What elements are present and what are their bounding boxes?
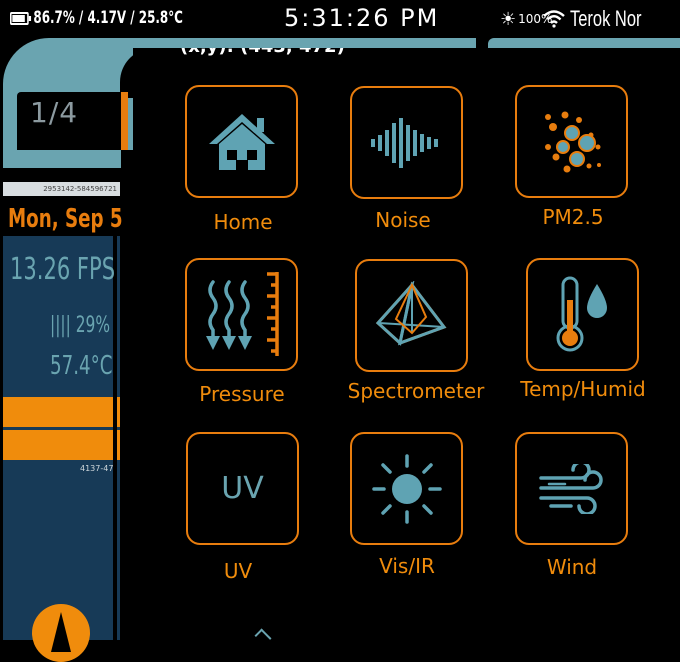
lcars-orange-bar: [3, 430, 120, 460]
starfleet-insignia-icon: [32, 604, 90, 662]
status-icons: ☀ 100% Terok Nor: [500, 6, 666, 32]
page-indicator-tab: [121, 92, 128, 150]
status-bar: 86.7% / 4.17V / 25.8°C 5:31:26 PM ☀ 100%…: [0, 0, 680, 38]
vis-ir-button[interactable]: [350, 432, 463, 545]
thermometer-drop-icon: [556, 276, 607, 351]
home-button[interactable]: [185, 85, 298, 198]
network-name: Terok Nor: [570, 6, 642, 31]
prism-icon: [375, 280, 446, 346]
wind-icon: [538, 463, 603, 514]
pressure-button[interactable]: [185, 258, 298, 371]
temp-humid-label: Temp/Humid: [520, 377, 646, 401]
noise-button[interactable]: [350, 86, 463, 199]
cpu-readout: |||| 29%: [50, 313, 111, 338]
uv-icon: UV: [221, 471, 264, 506]
uv-label: UV: [223, 559, 253, 583]
panel-code: 4137-47: [80, 464, 114, 473]
fps-readout: 13.26 FPS: [10, 252, 116, 287]
house-icon: [208, 113, 275, 170]
wifi-icon: [543, 10, 566, 28]
serial-number: 2953142-584596721: [3, 182, 120, 196]
sun-icon: [371, 453, 442, 524]
panel-divider: [113, 397, 117, 460]
chevron-up-icon: [254, 628, 272, 646]
spectrometer-button[interactable]: [355, 259, 468, 372]
page-indicator: 1/4: [30, 96, 79, 129]
lcars-top-bar: [120, 38, 476, 48]
brightness-icon: ☀: [500, 8, 517, 30]
date-display: Mon, Sep 5: [8, 204, 123, 234]
temperature-readout: 57.4°C: [50, 351, 113, 381]
particles-icon: [544, 111, 601, 172]
lcars-orange-bar: [3, 397, 120, 427]
home-label: Home: [213, 210, 273, 234]
pressure-icon: [205, 271, 279, 356]
wind-label: Wind: [546, 555, 598, 579]
temp-humid-button[interactable]: [526, 258, 639, 371]
wind-button[interactable]: [515, 432, 628, 545]
pm25-button[interactable]: [515, 85, 628, 198]
battery-text: 86.7% / 4.17V / 25.8°C: [33, 8, 183, 28]
pressure-label: Pressure: [199, 382, 285, 406]
spectrometer-label: Spectrometer: [347, 379, 485, 403]
clock: 5:31:26 PM: [284, 4, 440, 32]
noise-label: Noise: [375, 208, 431, 232]
waveform-icon: [370, 117, 438, 168]
battery-status: 86.7% / 4.17V / 25.8°C: [10, 8, 183, 28]
uv-button[interactable]: UV: [186, 432, 299, 545]
pm25-label: PM2.5: [542, 205, 604, 229]
battery-icon: [10, 11, 32, 25]
lcars-top-bar-right: [488, 38, 680, 48]
lcars-strip: [3, 150, 121, 168]
vis-ir-label: Vis/IR: [379, 554, 435, 578]
